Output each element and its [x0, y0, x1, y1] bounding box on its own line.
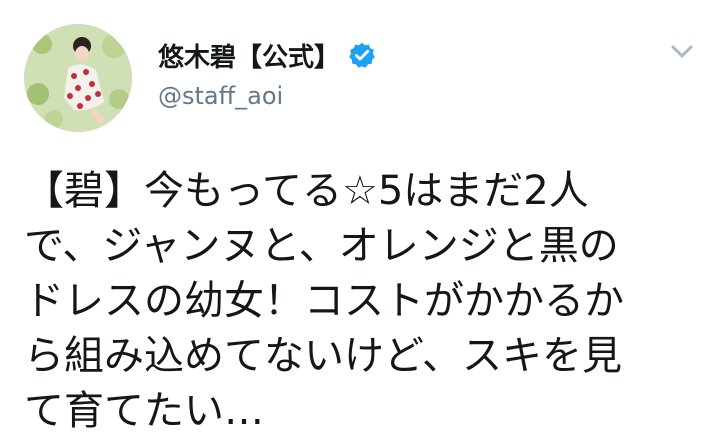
- tweet-card: 悠木碧【公式】 @staff_aoi 【碧】今もってる☆5はまだ2人 で、ジャン…: [0, 0, 720, 448]
- avatar-photo: [24, 24, 132, 132]
- name-row: 悠木碧【公式】: [158, 34, 660, 76]
- display-name[interactable]: 悠木碧【公式】: [158, 37, 340, 74]
- tweet-text-line: で、ジャンヌと、オレンジと黒の: [24, 223, 619, 269]
- verified-badge-icon: [348, 41, 376, 69]
- chevron-down-icon[interactable]: [670, 44, 694, 60]
- tweet-header: 悠木碧【公式】 @staff_aoi: [158, 34, 660, 110]
- tweet-text-line: ドレスの幼女！コストがかかるか: [24, 278, 624, 324]
- tweet-text-line: て育てたい…: [24, 388, 264, 434]
- avatar[interactable]: [24, 24, 132, 132]
- tweet-text: 【碧】今もってる☆5はまだ2人 で、ジャンヌと、オレンジと黒の ドレスの幼女！コ…: [24, 164, 704, 439]
- user-handle[interactable]: @staff_aoi: [158, 82, 660, 110]
- tweet-text-line: ら組み込めてないけど、スキを見: [24, 333, 622, 379]
- tweet-text-line: 【碧】今もってる☆5はまだ2人: [24, 168, 589, 214]
